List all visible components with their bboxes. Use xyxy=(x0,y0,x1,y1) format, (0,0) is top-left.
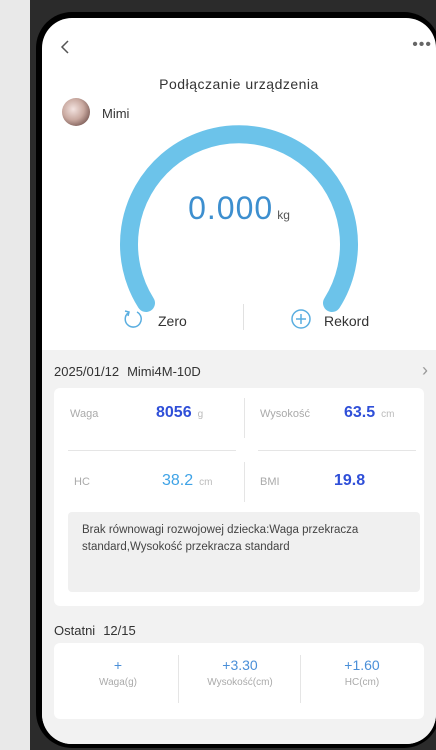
hc-measure: 38.2 xyxy=(162,472,194,489)
height-metric: Wysokość xyxy=(260,408,310,420)
weight-metric-value: 8056 g xyxy=(156,404,203,422)
divider xyxy=(244,462,245,502)
more-icon[interactable]: ••• xyxy=(412,36,432,54)
record-header[interactable]: 2025/01/12 Mimi4M-10D xyxy=(54,364,201,379)
background-panel xyxy=(0,0,30,750)
weight-unit: kg xyxy=(277,208,290,222)
hc-metric-value: 38.2 cm xyxy=(162,472,212,490)
weight-measure-unit: g xyxy=(197,409,204,420)
record-label: Rekord xyxy=(324,312,370,329)
recent-item-height: +3.30 Wysokość(cm) xyxy=(180,657,300,688)
app-screen: ••• Podłączanie urządzenia Mimi 0.000 kg … xyxy=(42,18,436,744)
divider xyxy=(244,398,245,438)
record-card: Waga 8056 g Wysokość 63.5 cm HC 38.2 cm … xyxy=(54,388,424,606)
record-date: 2025/01/12 xyxy=(54,364,120,379)
divider xyxy=(300,655,301,703)
height-measure-unit: cm xyxy=(381,409,395,420)
bmi-metric: BMI xyxy=(260,476,280,488)
zero-label: Zero xyxy=(158,312,187,329)
recent-weight-label: Waga(g) xyxy=(99,677,137,688)
bmi-label: BMI xyxy=(260,476,280,488)
recent-card: + Waga(g) +3.30 Wysokość(cm) +1.60 HC(cm… xyxy=(54,643,424,719)
top-bar: ••• xyxy=(42,18,436,78)
recent-title: Ostatni xyxy=(54,623,96,638)
avatar[interactable] xyxy=(62,98,90,126)
weight-value: 0.000 xyxy=(188,190,274,226)
height-label: Wysokość xyxy=(260,408,311,420)
weight-label: Waga xyxy=(70,408,99,420)
recent-height-label: Wysokość(cm) xyxy=(207,677,273,688)
chevron-right-icon[interactable]: › xyxy=(422,360,428,381)
divider xyxy=(258,450,416,451)
recent-height-value: +3.30 xyxy=(222,657,258,673)
record-name: Mimi4M-10D xyxy=(127,364,201,379)
bmi-measure: 19.8 xyxy=(334,472,366,489)
divider xyxy=(68,450,236,451)
divider xyxy=(178,655,179,703)
weight-metric: Waga xyxy=(70,408,98,420)
hc-label: HC xyxy=(74,476,90,488)
connection-status: Podłączanie urządzenia xyxy=(159,76,319,92)
bmi-metric-value: 19.8 xyxy=(334,472,365,490)
recent-header: Ostatni 12/15 xyxy=(54,623,136,638)
action-divider xyxy=(243,304,244,330)
height-metric-value: 63.5 cm xyxy=(344,404,394,422)
hc-metric: HC xyxy=(74,476,90,488)
zero-button[interactable]: Zero xyxy=(122,308,187,333)
recent-hc-value: +1.60 xyxy=(344,657,380,673)
recent-weight-value: + xyxy=(113,657,123,673)
weight-readout: 0.000 kg xyxy=(42,190,436,227)
recent-date: 12/15 xyxy=(103,623,136,638)
record-button[interactable]: Rekord xyxy=(290,308,369,333)
reset-icon xyxy=(122,308,144,333)
weight-measure: 8056 xyxy=(156,404,192,421)
height-measure: 63.5 xyxy=(344,404,376,421)
recent-item-hc: +1.60 HC(cm) xyxy=(302,657,422,688)
hc-measure-unit: cm xyxy=(199,477,213,488)
plus-circle-icon xyxy=(290,308,312,333)
development-warning: Brak równowagi rozwojowej dziecka:Waga p… xyxy=(68,512,420,592)
action-bar: Zero Rekord xyxy=(42,298,436,338)
recent-item-weight: + Waga(g) xyxy=(58,657,178,688)
chevron-left-icon[interactable] xyxy=(60,40,72,54)
recent-hc-label: HC(cm) xyxy=(344,677,380,688)
